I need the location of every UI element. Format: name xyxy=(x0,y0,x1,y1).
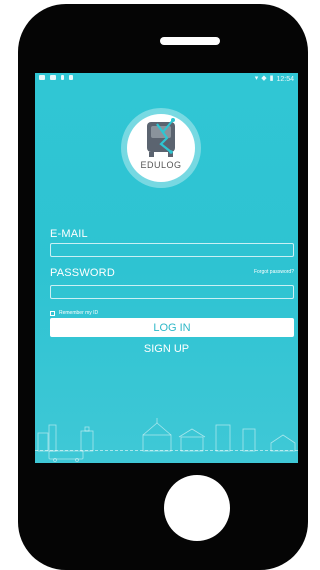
remember-row[interactable]: Remember my ID xyxy=(50,310,98,316)
notification-icons xyxy=(39,75,73,80)
signal-icon: ▾ xyxy=(254,75,259,82)
login-button[interactable]: LOG IN xyxy=(50,318,294,337)
app-screen: ▾ ◆ ▮ 12:54 EDULOG E-MAIL PASSWORD Forgo… xyxy=(35,73,298,463)
logo-circle: EDULOG xyxy=(127,114,195,182)
notification-icon xyxy=(39,75,45,80)
notification-icon xyxy=(61,75,64,80)
status-time: 12:54 xyxy=(276,75,294,83)
ground-line xyxy=(35,450,298,451)
logo-badge: EDULOG xyxy=(121,108,201,188)
email-field[interactable] xyxy=(50,243,294,257)
password-label: PASSWORD xyxy=(50,267,115,279)
home-button[interactable] xyxy=(164,475,230,541)
signup-link[interactable]: SIGN UP xyxy=(35,343,298,355)
system-status: ▾ ◆ ▮ 12:54 xyxy=(255,75,294,83)
email-label: E-MAIL xyxy=(50,228,88,240)
status-bar: ▾ ◆ ▮ 12:54 xyxy=(35,73,298,87)
wifi-icon: ◆ xyxy=(261,75,267,82)
notification-icon xyxy=(50,75,56,80)
forgot-password-link[interactable]: Forgot password? xyxy=(254,269,294,275)
play-icon xyxy=(69,75,73,80)
remember-label: Remember my ID xyxy=(59,310,99,316)
city-skyline-illustration xyxy=(37,418,296,462)
bus-logo-icon xyxy=(147,118,175,157)
password-field[interactable] xyxy=(50,285,294,299)
battery-icon: ▮ xyxy=(269,75,274,82)
speaker-grille xyxy=(160,37,220,45)
logo-text: EDULOG xyxy=(140,160,182,170)
remember-checkbox[interactable] xyxy=(50,310,55,316)
